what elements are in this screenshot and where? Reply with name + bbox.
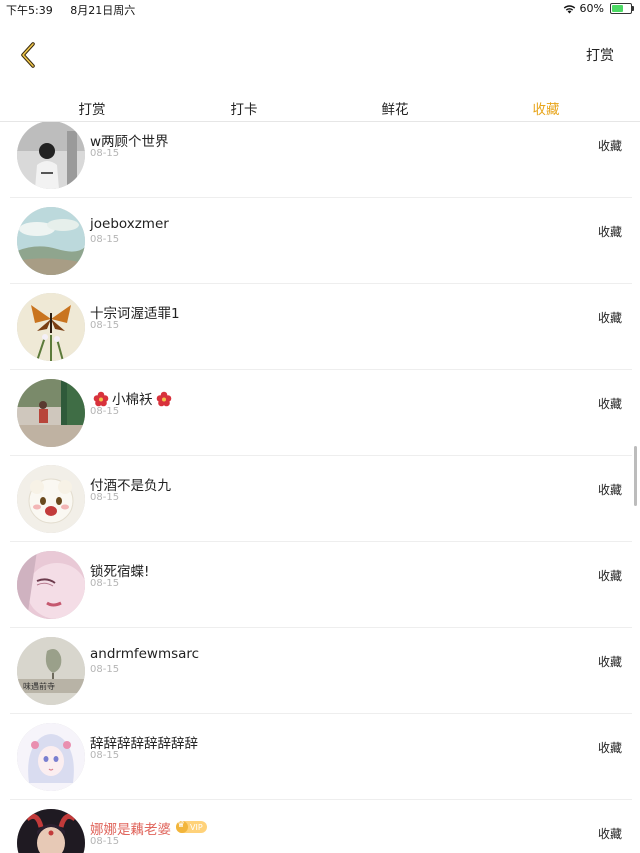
avatar	[17, 809, 85, 853]
item-date: 08-15	[90, 750, 120, 761]
list-item[interactable]: joeboxzmer 08-15 收藏	[0, 198, 632, 284]
status-bar: 下午5:39 8月21日周六 60%	[0, 0, 640, 18]
action-label: 收藏	[597, 741, 622, 755]
crown-icon	[176, 820, 188, 833]
vip-badge: VIP	[176, 820, 207, 833]
status-time: 下午5:39	[6, 4, 53, 17]
battery-icon	[610, 3, 634, 14]
item-date: 08-15	[90, 578, 120, 589]
item-date: 08-15	[90, 406, 120, 417]
avatar	[17, 122, 85, 189]
favorites-page: 下午5:39 8月21日周六 60% 打赏 打赏 打卡 鲜花 收藏 w两顾个世界…	[0, 0, 640, 853]
item-date: 08-15	[90, 234, 120, 245]
user-name: w两顾个世界	[90, 134, 169, 150]
scrollbar[interactable]	[634, 446, 637, 506]
avatar	[17, 293, 85, 361]
list-item[interactable]: 付酒不是负九 08-15 收藏	[0, 456, 632, 542]
list-item[interactable]: w两顾个世界 08-15 收藏	[0, 122, 632, 198]
action-label: 收藏	[597, 225, 622, 239]
action-label: 收藏	[597, 483, 622, 497]
action-label: 收藏	[597, 655, 622, 669]
battery-percent: 60%	[579, 2, 604, 15]
list-item[interactable]: 辞辞辞辞辞辞辞辞 08-15 收藏	[0, 714, 632, 800]
item-date: 08-15	[90, 836, 120, 847]
user-name: 付酒不是负九	[90, 478, 171, 494]
tab-favorites[interactable]: 收藏	[506, 98, 586, 118]
list-item[interactable]: 锁死宿蝶! 08-15 收藏	[0, 542, 632, 628]
user-name: 小棉袄	[90, 388, 175, 408]
chevron-left-icon	[21, 42, 35, 68]
tab-checkin[interactable]: 打卡	[204, 98, 284, 118]
action-label: 收藏	[597, 397, 622, 411]
tab-reward[interactable]: 打赏	[52, 98, 132, 118]
item-date: 08-15	[90, 664, 120, 675]
tab-flowers[interactable]: 鲜花	[355, 98, 435, 118]
user-name: 娜娜是藕老婆VIP	[90, 818, 207, 838]
user-name: 十宗诃渥适罪1	[90, 306, 180, 322]
avatar	[17, 723, 85, 791]
flower-icon	[93, 391, 109, 407]
action-label: 收藏	[597, 569, 622, 583]
user-name: joeboxzmer	[90, 216, 169, 232]
wifi-icon	[563, 4, 575, 13]
avatar	[17, 465, 85, 533]
item-date: 08-15	[90, 492, 120, 503]
list-item[interactable]: 娜娜是藕老婆VIP 08-15 收藏	[0, 800, 632, 853]
status-date: 8月21日周六	[70, 4, 136, 17]
item-date: 08-15	[90, 320, 120, 331]
action-label: 收藏	[597, 827, 622, 841]
avatar	[17, 379, 85, 447]
action-label: 收藏	[597, 311, 622, 325]
avatar-text: 味遇前寺	[23, 681, 55, 691]
action-label: 收藏	[597, 139, 622, 153]
avatar	[17, 207, 85, 275]
user-name: andrmfewmsarc	[90, 646, 200, 662]
favorites-list: w两顾个世界 08-15 收藏 joeboxzmer 08-15 收藏 十宗诃渥…	[0, 122, 640, 853]
avatar	[17, 551, 85, 619]
reward-button[interactable]: 打赏	[586, 45, 614, 65]
avatar: 味遇前寺	[17, 637, 85, 705]
tab-bar: 打赏 打卡 鲜花 收藏	[0, 92, 640, 122]
list-item[interactable]: 小棉袄 08-15 收藏	[0, 370, 632, 456]
nav-bar: 打赏	[0, 18, 640, 92]
user-name: 辞辞辞辞辞辞辞辞	[90, 736, 198, 752]
item-date: 08-15	[90, 148, 120, 159]
flower-icon	[156, 391, 171, 407]
list-item[interactable]: 味遇前寺 andrmfewmsarc 08-15 收藏	[0, 628, 632, 714]
user-name: 锁死宿蝶!	[90, 564, 150, 580]
list-item[interactable]: 十宗诃渥适罪1 08-15 收藏	[0, 284, 632, 370]
back-button[interactable]	[14, 38, 44, 72]
